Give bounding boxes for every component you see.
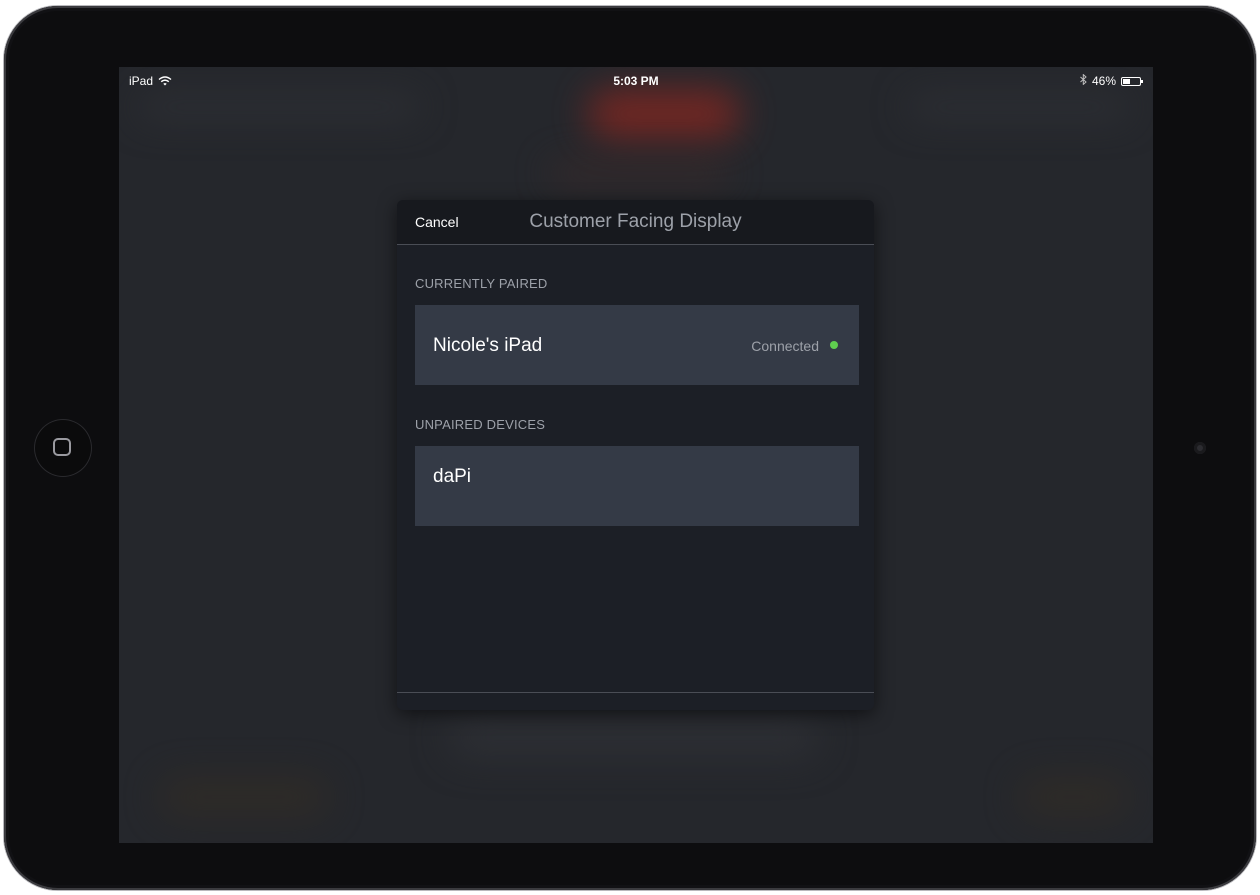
blurred-background bbox=[909, 97, 1129, 117]
battery-fill bbox=[1123, 78, 1130, 84]
bluetooth-icon bbox=[1080, 73, 1087, 88]
connection-status: Connected bbox=[751, 338, 819, 354]
device-name: Nicole's iPad bbox=[433, 335, 543, 356]
blurred-background bbox=[1019, 777, 1129, 817]
clock: 5:03 PM bbox=[613, 74, 659, 88]
paired-device-row[interactable]: Nicole's iPad Connected bbox=[415, 305, 859, 385]
blurred-background bbox=[549, 162, 729, 184]
ipad-frame: iPad 5:03 PM 46% Cancel Customer Facing … bbox=[4, 6, 1256, 890]
modal-header: Cancel Customer Facing Display bbox=[397, 200, 874, 245]
screen: iPad 5:03 PM 46% Cancel Customer Facing … bbox=[119, 67, 1153, 843]
battery-icon bbox=[1121, 76, 1143, 86]
customer-facing-display-modal: Cancel Customer Facing Display CURRENTLY… bbox=[397, 200, 874, 710]
camera-icon bbox=[1194, 442, 1206, 454]
unpaired-device-row[interactable]: daPi bbox=[415, 446, 859, 526]
section-label-unpaired-devices: UNPAIRED DEVICES bbox=[415, 417, 546, 432]
footer-divider bbox=[397, 692, 874, 693]
device-name: daPi bbox=[433, 466, 472, 487]
status-bar: iPad 5:03 PM 46% bbox=[119, 67, 1153, 89]
connected-dot-icon bbox=[830, 341, 838, 349]
home-square-icon bbox=[53, 438, 71, 456]
blurred-background bbox=[589, 89, 739, 139]
home-button[interactable] bbox=[34, 419, 92, 477]
blurred-background bbox=[159, 777, 329, 817]
modal-title: Customer Facing Display bbox=[529, 211, 742, 232]
section-label-currently-paired: CURRENTLY PAIRED bbox=[415, 276, 548, 291]
blurred-background bbox=[139, 97, 419, 117]
blurred-background bbox=[449, 717, 819, 757]
battery-percentage: 46% bbox=[1091, 74, 1116, 88]
status-right: 46% bbox=[1080, 73, 1143, 88]
